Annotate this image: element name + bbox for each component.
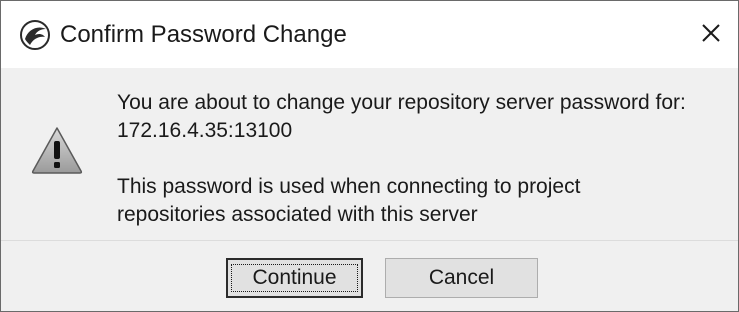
dialog-body: You are about to change your repository … bbox=[1, 68, 738, 240]
close-button[interactable] bbox=[691, 15, 731, 55]
warning-icon bbox=[31, 126, 83, 174]
message-line-3: This password is used when connecting to… bbox=[117, 175, 581, 198]
confirm-password-dialog: Confirm Password Change You are about to… bbox=[0, 0, 739, 312]
dialog-title: Confirm Password Change bbox=[60, 21, 347, 48]
continue-button-label: Continue bbox=[231, 264, 358, 292]
server-address: 172.16.4.35:13100 bbox=[117, 119, 293, 142]
cancel-button-label: Cancel bbox=[428, 266, 495, 289]
message-line-1: You are about to change your repository … bbox=[117, 91, 686, 114]
cancel-button[interactable]: Cancel bbox=[385, 258, 538, 298]
close-icon bbox=[701, 23, 721, 48]
continue-button[interactable]: Continue bbox=[226, 258, 363, 298]
app-logo-icon bbox=[20, 20, 50, 50]
message-line-4: repositories associated with this server bbox=[117, 203, 478, 226]
title-bar[interactable]: Confirm Password Change bbox=[1, 1, 738, 68]
dialog-footer: Continue Cancel bbox=[1, 241, 738, 311]
